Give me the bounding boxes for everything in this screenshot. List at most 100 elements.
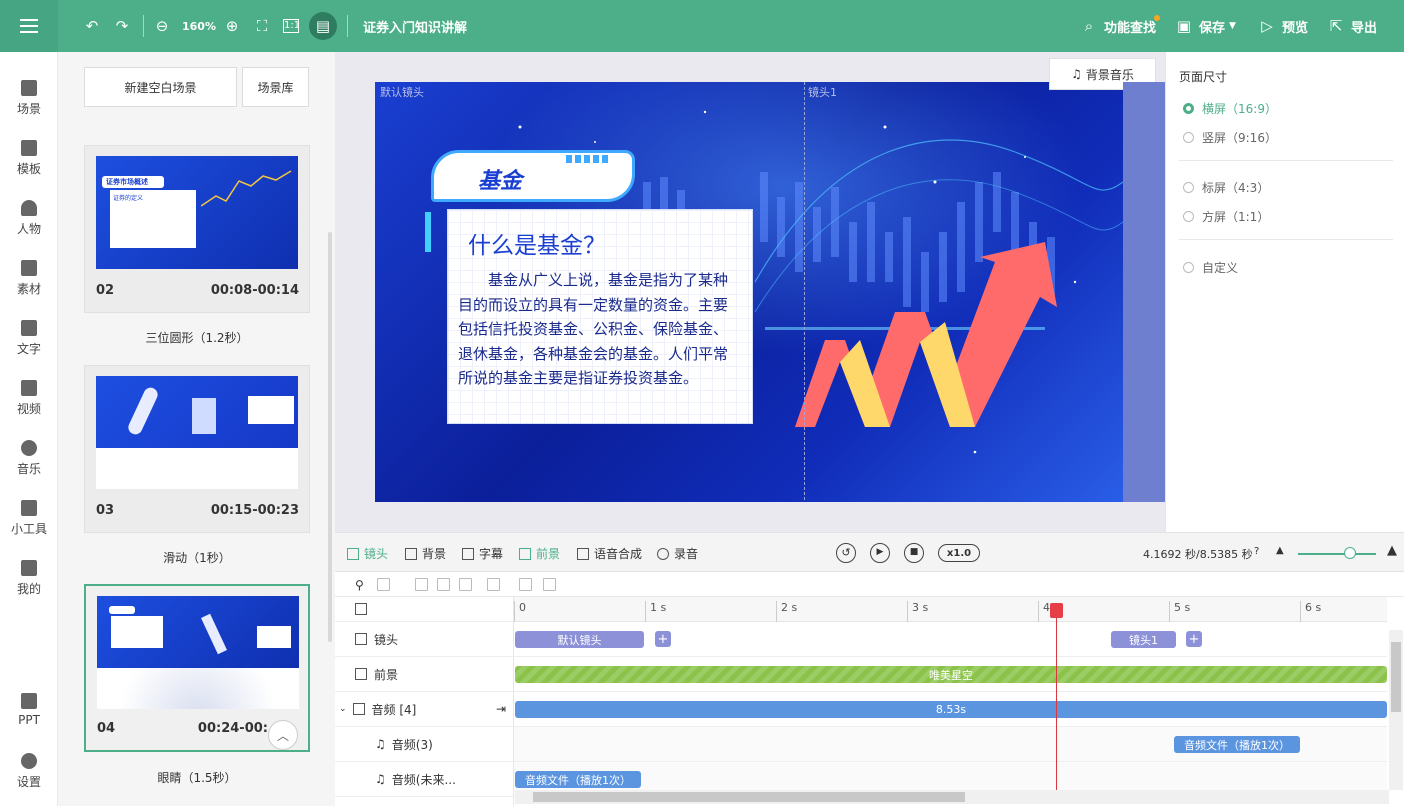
menu-button[interactable] (0, 0, 58, 52)
badge-stripes (566, 155, 610, 163)
save-button[interactable]: ▣ 保存 ▼ (1175, 0, 1236, 52)
replay-button[interactable]: ↺ (836, 543, 856, 563)
clip-audio-unnamed[interactable]: 音频文件（播放1次） (515, 771, 641, 788)
radio-dot (1183, 262, 1194, 273)
clip-camera-1[interactable]: 镜头1 (1111, 631, 1176, 648)
thumb-text-card: 证券的定义 (110, 190, 196, 248)
radio-dot (1183, 132, 1194, 143)
scene-card-02[interactable]: 证券市场概述 证券的定义 02 00:08-00:14 (84, 145, 310, 313)
scene-transition[interactable]: 滑动（1秒） (84, 549, 310, 566)
nav-item-text[interactable]: 文字 (0, 320, 58, 376)
timeline-vertical-scrollbar[interactable] (1389, 630, 1403, 790)
filter-icon[interactable]: ⚲ (355, 578, 368, 592)
clip-audio3[interactable]: 音频文件（播放1次） (1174, 736, 1300, 753)
radio-portrait[interactable]: 竖屏（9:16） (1183, 129, 1277, 146)
scene-panel-scrollbar[interactable] (328, 232, 332, 642)
zoom-out-timeline-icon[interactable]: ▲ (1276, 545, 1284, 556)
feature-search-button[interactable]: ⌕ 功能查找 (1080, 0, 1156, 52)
tab-camera[interactable]: 镜头 (347, 545, 388, 562)
nav-item-toolbox[interactable]: 小工具 (0, 500, 58, 556)
align-top-icon[interactable] (519, 578, 532, 591)
zoom-out-button[interactable]: ⊖ (153, 0, 171, 52)
tab-subtitle[interactable]: 字幕 (462, 545, 503, 562)
text-card[interactable]: 什么是基金？ 基金从广义上说，基金是指为了某种目的而设立的具有一定数量的资金。主… (447, 209, 753, 424)
undo-button[interactable]: ↶ (83, 0, 101, 52)
project-title[interactable]: 证券入门知识讲解 (363, 0, 467, 52)
track-label-audio-group[interactable]: ⌄ 音频 [4] ⇥ (335, 692, 514, 727)
nav-item-scene[interactable]: 场景 (0, 80, 58, 136)
radio-square[interactable]: 方屏（1:1） (1183, 208, 1269, 225)
scene-number: 03 (96, 503, 115, 518)
align-left-icon[interactable] (415, 578, 428, 591)
nav-item-video[interactable]: 视频 (0, 380, 58, 436)
tab-record[interactable]: 录音 (657, 545, 698, 562)
nav-item-music[interactable]: 音乐 (0, 440, 58, 496)
nav-item-settings[interactable]: 设置 (0, 753, 58, 809)
help-icon[interactable]: ? (1254, 546, 1259, 557)
scene-transition[interactable]: 眼睛（1.5秒） (84, 769, 310, 786)
radio-custom[interactable]: 自定义 (1183, 259, 1238, 276)
align-bottom-icon[interactable] (543, 578, 556, 591)
foreground-icon (355, 668, 367, 680)
align-center-icon[interactable] (437, 578, 450, 591)
zoom-in-button[interactable]: ⊕ (223, 0, 241, 52)
scroll-thumb[interactable] (1391, 642, 1401, 712)
text-icon (21, 320, 37, 336)
actual-size-button[interactable]: 1:1 (283, 0, 300, 52)
zoom-in-timeline-icon[interactable]: ▲ (1387, 543, 1397, 558)
group-icon[interactable] (377, 578, 390, 591)
nav-item-person[interactable]: 人物 (0, 200, 58, 256)
scroll-to-top-button[interactable]: ︿ (268, 720, 298, 750)
hamburger-icon (20, 19, 38, 33)
playback-speed-button[interactable]: x1.0 (938, 544, 980, 562)
scene-card-03[interactable]: 03 00:15-00:23 (84, 365, 310, 533)
nav-item-material[interactable]: 素材 (0, 260, 58, 316)
chevron-down-icon: ▼ (1229, 21, 1236, 31)
stop-button[interactable]: ■ (904, 543, 924, 563)
tab-background[interactable]: 背景 (405, 545, 446, 562)
microphone-icon (657, 547, 669, 560)
add-camera-button[interactable]: + (1186, 631, 1202, 647)
badge-banner[interactable]: 基金 (431, 150, 635, 202)
nav-item-my[interactable]: 我的 (0, 560, 58, 616)
ruler-tick: 0 (514, 601, 526, 622)
music-note-icon: ♫ (375, 772, 386, 786)
export-button[interactable]: ⇱ 导出 (1327, 0, 1377, 52)
radio-standard[interactable]: 标屏（4:3） (1183, 179, 1269, 196)
replay-icon: ↺ (841, 546, 851, 559)
tab-tts[interactable]: 语音合成 (577, 545, 642, 562)
export-icon: ⇱ (1329, 17, 1343, 35)
scene-transition[interactable]: 三位圆形（1.2秒） (84, 329, 310, 346)
nav-item-ppt[interactable]: PPT (0, 693, 58, 749)
timeline-zoom-slider[interactable] (1298, 553, 1376, 555)
clip-audio-group[interactable]: 8.53s (515, 701, 1387, 718)
preview-button[interactable]: ▷ 预览 (1258, 0, 1308, 52)
distribute-icon[interactable] (487, 578, 500, 591)
scene-icon (21, 80, 37, 96)
subtitle-toggle-button[interactable]: ▤ (309, 12, 337, 40)
timeline-zoom-knob[interactable] (1344, 547, 1356, 559)
new-blank-scene-button[interactable]: 新建空白场景 (84, 67, 237, 107)
redo-button[interactable]: ↷ (113, 0, 131, 52)
scroll-thumb[interactable] (533, 792, 965, 802)
clip-foreground[interactable]: 唯美星空 (515, 666, 1387, 683)
stage-canvas[interactable]: 默认镜头 镜头1 基金 什么是基金？ 基金从广义上说，基金是指为了某种目的而设立… (375, 82, 1123, 502)
scene-library-button[interactable]: 场景库 (242, 67, 309, 107)
play-button[interactable]: ▶ (870, 543, 890, 563)
tab-foreground[interactable]: 前景 (519, 545, 560, 562)
nav-item-template[interactable]: 模板 (0, 140, 58, 196)
material-icon (21, 260, 37, 276)
time-ruler[interactable]: 0 1 s 2 s 3 s 4 s 5 s 6 s (514, 597, 1387, 622)
radio-label: 方屏（1:1） (1202, 210, 1270, 224)
track-layout-toggle[interactable] (335, 597, 514, 622)
fullscreen-button[interactable]: ⛶ (253, 0, 271, 52)
align-right-icon[interactable] (459, 578, 472, 591)
zoom-in-icon: ⊕ (225, 17, 239, 35)
timeline-horizontal-scrollbar[interactable] (515, 790, 1389, 804)
playhead-handle[interactable] (1050, 603, 1063, 618)
person-icon (21, 200, 37, 216)
radio-landscape[interactable]: 横屏（16:9） (1183, 100, 1277, 117)
clip-camera-default[interactable]: 默认镜头 (515, 631, 644, 648)
add-camera-button[interactable]: + (655, 631, 671, 647)
collapse-icon[interactable]: ⇥ (496, 702, 506, 716)
